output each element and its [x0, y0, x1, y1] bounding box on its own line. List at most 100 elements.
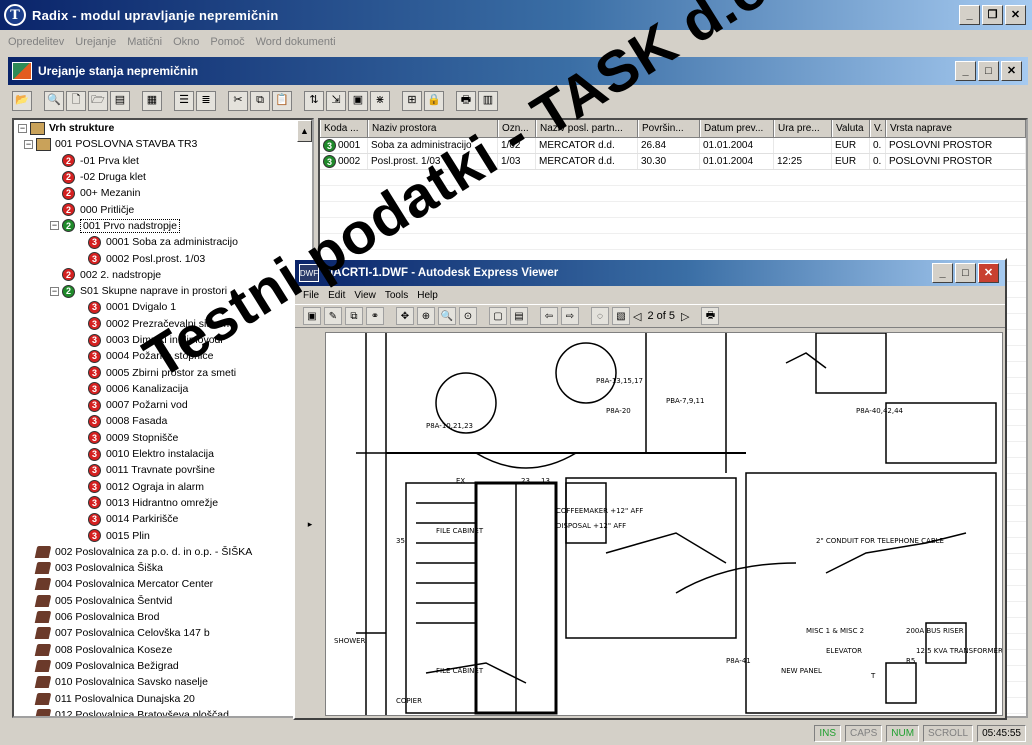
- viewer-close-button[interactable]: ✕: [978, 263, 999, 283]
- column-header-koda[interactable]: Koda ...: [320, 120, 368, 137]
- lock-icon[interactable]: 🔒: [424, 90, 444, 111]
- tree-item[interactable]: −2 001 Prvo nadstropje: [14, 218, 312, 234]
- viewer-maximize-button[interactable]: □: [955, 263, 976, 283]
- details-icon[interactable]: ≣: [196, 90, 216, 111]
- cut-icon[interactable]: ✂: [228, 90, 248, 111]
- viewer-print-icon[interactable]: 🖶: [701, 307, 720, 325]
- tree-item[interactable]: 002 Poslovalnica za p.o. d. in o.p. - ŠI…: [14, 544, 312, 560]
- tree-item[interactable]: 005 Poslovalnica Šentvid: [14, 593, 312, 609]
- tree-item[interactable]: 009 Poslovalnica Bežigrad: [14, 658, 312, 674]
- tree-item[interactable]: 2 00+ Mezanin: [14, 185, 312, 201]
- tree-item[interactable]: 004 Poslovalnica Mercator Center: [14, 576, 312, 592]
- viewer-markup-icon[interactable]: ⚭: [366, 307, 384, 325]
- monitor-icon[interactable]: ▣: [348, 90, 368, 111]
- print-icon[interactable]: 🖶: [456, 90, 476, 111]
- table-row[interactable]: 3 0001 Soba za administracijo 1/02 MERCATOR …: [320, 138, 1026, 154]
- collapse-icon[interactable]: −: [18, 123, 27, 133]
- layers-icon[interactable]: ▧: [612, 307, 630, 325]
- column-header-vrsta-naprave[interactable]: Vrsta naprave: [886, 120, 1026, 137]
- collapse-icon[interactable]: −: [24, 139, 33, 149]
- tree-item[interactable]: 003 Poslovalnica Šiška: [14, 560, 312, 576]
- menu-item-okno[interactable]: Okno: [173, 36, 199, 48]
- menu-item-pomoc[interactable]: Pomoč: [210, 36, 244, 48]
- viewer-edit-icon[interactable]: ✎: [324, 307, 342, 325]
- import-icon[interactable]: ⇲: [326, 90, 346, 111]
- paste-icon[interactable]: 📋: [272, 90, 292, 111]
- tree-item[interactable]: 008 Poslovalnica Koseze: [14, 642, 312, 658]
- tree-item[interactable]: 007 Poslovalnica Celovška 147 b: [14, 625, 312, 641]
- menu-item-word-dokumenti[interactable]: Word dokumenti: [256, 36, 336, 48]
- column-header-ura[interactable]: Ura pre...: [774, 120, 832, 137]
- zoom-icon[interactable]: 🔍: [438, 307, 456, 325]
- tree-item[interactable]: 3 0015 Plin: [14, 527, 312, 543]
- column-header-povrsina[interactable]: Površin...: [638, 120, 700, 137]
- column-header-datum[interactable]: Datum prev...: [700, 120, 774, 137]
- tree-item[interactable]: 2 000 Pritličje: [14, 201, 312, 217]
- previous-page-icon[interactable]: ◁: [633, 310, 641, 323]
- tree-item[interactable]: 3 0001 Soba za administracijo: [14, 234, 312, 250]
- close-button[interactable]: ✕: [1005, 5, 1026, 25]
- save-icon[interactable]: ▤: [110, 90, 130, 111]
- table-row[interactable]: 3 0002 Posl.prost. 1/03 1/03 MERCATOR d.d. 30…: [320, 154, 1026, 170]
- menu-item-opredelitev[interactable]: Opredelitev: [8, 36, 64, 48]
- tree-root[interactable]: − Vrh strukture: [14, 120, 312, 136]
- tree-item[interactable]: 3 0007 Požarni vod: [14, 397, 312, 413]
- tree-item[interactable]: 3 0002 Posl.prost. 1/03: [14, 250, 312, 266]
- collapse-icon[interactable]: −: [50, 286, 59, 296]
- tree-item[interactable]: 3 0001 Dvigalo 1: [14, 299, 312, 315]
- restore-button[interactable]: ❐: [982, 5, 1003, 25]
- next-page-icon[interactable]: ▷: [681, 310, 689, 323]
- tree-item[interactable]: 3 0010 Elektro instalacija: [14, 446, 312, 462]
- tree-item[interactable]: 2 -02 Druga klet: [14, 169, 312, 185]
- tree-item[interactable]: 3 0011 Travnate površine: [14, 462, 312, 478]
- viewer-open-icon[interactable]: ▣: [303, 307, 321, 325]
- child-minimize-button[interactable]: _: [955, 61, 976, 81]
- fit-icon[interactable]: ⊙: [459, 307, 477, 325]
- stop-icon[interactable]: ◌: [591, 307, 609, 325]
- tree-item[interactable]: 3 0009 Stopnišče: [14, 430, 312, 446]
- column-header-poslovni-partner[interactable]: Naziv posl. partn...: [536, 120, 638, 137]
- viewer-minimize-button[interactable]: _: [932, 263, 953, 283]
- viewer-menu-file[interactable]: File: [303, 290, 319, 301]
- list-icon[interactable]: ☰: [174, 90, 194, 111]
- column-header-naziv-prostora[interactable]: Naziv prostora: [368, 120, 498, 137]
- child-close-button[interactable]: ✕: [1001, 61, 1022, 81]
- tree-item[interactable]: 3 0014 Parkirišče: [14, 511, 312, 527]
- pan-icon[interactable]: ✥: [396, 307, 414, 325]
- viewer-menu-edit[interactable]: Edit: [328, 290, 345, 301]
- back-icon[interactable]: ⇦: [540, 307, 558, 325]
- calculator-icon[interactable]: ⊞: [402, 90, 422, 111]
- filter-icon[interactable]: ⋇: [370, 90, 390, 111]
- viewer-menu-help[interactable]: Help: [417, 290, 438, 301]
- collapse-icon[interactable]: −: [50, 221, 59, 231]
- print-preview-icon[interactable]: ▥: [478, 90, 498, 111]
- structure-tree[interactable]: ▲ − Vrh strukture −001 POSLOVNA STAVBA T…: [12, 118, 314, 718]
- tree-item[interactable]: 2 002 2. nadstropje: [14, 267, 312, 283]
- column-header-valuta[interactable]: Valuta: [832, 120, 870, 137]
- viewer-menu-tools[interactable]: Tools: [385, 290, 408, 301]
- minimize-button[interactable]: _: [959, 5, 980, 25]
- viewer-menu-view[interactable]: View: [354, 290, 376, 301]
- new-document-icon[interactable]: 🗋: [66, 90, 86, 111]
- tree-item[interactable]: 006 Poslovalnica Brod: [14, 609, 312, 625]
- tree-item[interactable]: 010 Poslovalnica Savsko naselje: [14, 674, 312, 690]
- print-area-icon[interactable]: ▤: [510, 307, 528, 325]
- forward-icon[interactable]: ⇨: [561, 307, 579, 325]
- viewer-copy-icon[interactable]: ⧉: [345, 307, 363, 325]
- tree-item[interactable]: 3 0013 Hidrantno omrežje: [14, 495, 312, 511]
- tree-item[interactable]: 3 0002 Prezračevalni sistem: [14, 316, 312, 332]
- tree-item[interactable]: −2 S01 Skupne naprave in prostori: [14, 283, 312, 299]
- drawing-canvas[interactable]: FILE CABINET FILE CABINET COPIER SHOWER …: [325, 332, 1003, 716]
- tree-item[interactable]: 3 0006 Kanalizacija: [14, 381, 312, 397]
- open-icon[interactable]: 📂: [12, 90, 32, 111]
- tree-item[interactable]: 011 Poslovalnica Dunajska 20: [14, 690, 312, 706]
- column-header-v[interactable]: V.: [870, 120, 886, 137]
- tree-item[interactable]: 3 0004 Požarne stopnice: [14, 348, 312, 364]
- search-icon[interactable]: 🔍: [44, 90, 64, 111]
- grid-icon[interactable]: ▦: [142, 90, 162, 111]
- menu-item-urejanje[interactable]: Urejanje: [75, 36, 116, 48]
- tree-item[interactable]: 3 0003 Dimniki in dimovodi: [14, 332, 312, 348]
- zoom-window-icon[interactable]: ⊕: [417, 307, 435, 325]
- column-header-oznaka[interactable]: Ozn...: [498, 120, 536, 137]
- menu-item-maticni[interactable]: Matični: [127, 36, 162, 48]
